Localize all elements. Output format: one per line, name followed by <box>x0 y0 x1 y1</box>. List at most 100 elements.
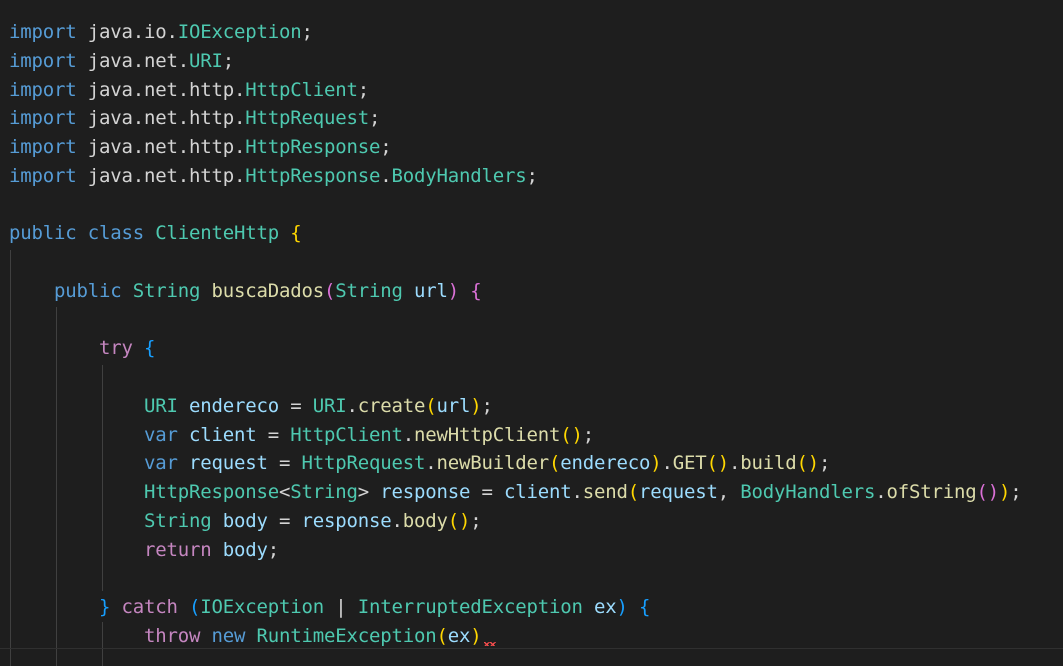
code-token-punctuation <box>178 452 189 474</box>
code-line[interactable]: ​ <box>9 363 1022 392</box>
code-line[interactable]: import java.io.IOException; <box>9 18 1022 47</box>
code-token-bracket3: { <box>144 337 156 360</box>
code-token-punctuation: . <box>391 509 403 532</box>
code-token-punctuation <box>144 222 155 244</box>
code-editor[interactable]: import java.io.IOException; import java.n… <box>0 0 1063 666</box>
code-line[interactable]: ​ <box>9 564 1022 593</box>
code-token-punctuation: ; <box>357 78 369 101</box>
code-token-type: RuntimeException <box>256 624 437 647</box>
code-token-punctuation <box>178 424 189 446</box>
code-token-keyword: var <box>144 423 178 446</box>
code-token-type: String <box>335 279 403 302</box>
code-token-function: send <box>582 481 628 503</box>
code-line[interactable]: import java.net.http.HttpResponse.BodyHa… <box>9 162 1022 191</box>
code-line[interactable]: HttpResponse<String> response = client.s… <box>9 478 1022 507</box>
code-token-function: build <box>740 452 797 475</box>
code-token-type: BodyHandlers <box>391 164 527 187</box>
code-token-punctuation <box>9 625 144 647</box>
code-token-function: newHttpClient <box>414 423 561 446</box>
code-token-punctuation: . <box>425 452 437 475</box>
code-token-punctuation: java.net. <box>76 49 189 72</box>
code-line[interactable]: try { <box>9 334 1022 363</box>
code-token-punctuation: | <box>324 596 358 618</box>
code-token-punctuation <box>178 395 189 417</box>
code-token-punctuation <box>212 510 223 532</box>
code-token-bracket3: ) <box>616 596 628 618</box>
code-token-bracket1: ( <box>627 481 639 503</box>
code-line[interactable]: import java.net.URI; <box>9 47 1022 76</box>
code-token-punctuation <box>9 452 144 474</box>
code-token-punctuation: > <box>357 481 381 503</box>
code-token-variable: url <box>436 394 471 417</box>
code-token-punctuation: ; <box>819 452 831 475</box>
code-token-bracket2: ) <box>447 279 459 302</box>
code-token-punctuation: . <box>571 481 583 503</box>
code-line[interactable]: import java.net.http.HttpClient; <box>9 76 1022 105</box>
code-token-type: HttpRequest <box>301 452 426 475</box>
code-token-punctuation: ; <box>526 164 538 187</box>
code-token-bracket1: ( <box>436 624 448 647</box>
code-token-punctuation: < <box>279 481 291 503</box>
code-line[interactable]: URI endereco = URI.create(url); <box>9 392 1022 421</box>
code-token-keyword: public <box>54 279 122 302</box>
code-token-variable: request <box>189 452 268 475</box>
code-token-type: String <box>290 481 358 503</box>
code-token-punctuation <box>9 337 99 359</box>
code-token-type: String <box>132 279 201 302</box>
code-token-bracket2: () <box>976 481 1000 503</box>
code-token-keyword: import <box>9 107 77 130</box>
code-token-type: HttpClient <box>290 423 403 446</box>
code-token-punctuation: . <box>380 164 392 187</box>
code-token-type: HttpResponse <box>245 164 381 187</box>
code-line[interactable]: var client = HttpClient.newHttpClient(); <box>9 421 1022 450</box>
code-token-keyword: import <box>9 21 77 43</box>
code-token-keyword: import <box>9 136 77 158</box>
code-token-variable: body <box>222 509 268 532</box>
code-token-variable: ex <box>447 624 471 647</box>
code-token-type: IOException <box>200 596 324 618</box>
code-token-punctuation <box>403 280 414 302</box>
code-token-type: IOException <box>177 21 302 43</box>
code-token-punctuation <box>77 222 88 244</box>
code-token-function: GET <box>672 452 707 475</box>
code-token-punctuation: ; <box>267 538 279 561</box>
code-line[interactable]: String body = response.body(); <box>9 507 1022 536</box>
code-line[interactable]: ​ <box>9 191 1022 220</box>
code-token-keyword: import <box>9 164 77 187</box>
code-token-punctuation <box>200 625 211 647</box>
code-line[interactable]: var request = HttpRequest.newBuilder(end… <box>9 449 1022 478</box>
code-token-keyword: public <box>9 222 77 245</box>
code-token-keyword: var <box>144 452 178 475</box>
code-token-punctuation <box>122 280 133 302</box>
code-token-type: InterruptedException <box>357 596 583 618</box>
code-token-type: BodyHandlers <box>740 481 876 503</box>
code-token-variable: client <box>189 423 257 446</box>
code-line[interactable]: import java.net.http.HttpRequest; <box>9 104 1022 133</box>
code-token-punctuation <box>9 510 144 532</box>
code-token-control: return <box>144 538 212 561</box>
code-token-type: URI <box>312 394 347 417</box>
code-token-type: HttpResponse <box>144 481 279 503</box>
code-line[interactable]: public class ClienteHttp { <box>9 219 1022 248</box>
code-token-bracket1: ) <box>470 624 482 647</box>
code-line[interactable]: } catch (IOException | InterruptedExcept… <box>9 593 1022 622</box>
code-token-keyword: new <box>211 624 246 647</box>
code-line[interactable]: import java.net.http.HttpResponse; <box>9 133 1022 162</box>
code-token-bracket3: { <box>638 596 651 618</box>
code-text[interactable]: import java.io.IOException; import java.n… <box>9 18 1022 651</box>
code-token-bracket1: ( <box>425 394 437 417</box>
code-line[interactable]: return body; <box>9 536 1022 565</box>
code-token-punctuation <box>9 539 144 561</box>
code-token-variable: url <box>414 279 448 302</box>
code-token-bracket1: () <box>560 423 583 446</box>
error-squiggle[interactable] <box>484 642 496 646</box>
code-line[interactable]: ​ <box>9 306 1022 335</box>
code-token-punctuation: . <box>661 452 673 475</box>
code-token-punctuation: = <box>267 452 302 475</box>
code-line[interactable]: throw new RuntimeException(ex) <box>9 622 1022 651</box>
code-line[interactable]: public String buscaDados(String url) { <box>9 277 1022 306</box>
code-token-variable: request <box>639 481 718 503</box>
code-token-punctuation <box>9 481 144 503</box>
code-token-type: String <box>144 509 212 532</box>
code-line[interactable]: ​ <box>9 248 1022 277</box>
